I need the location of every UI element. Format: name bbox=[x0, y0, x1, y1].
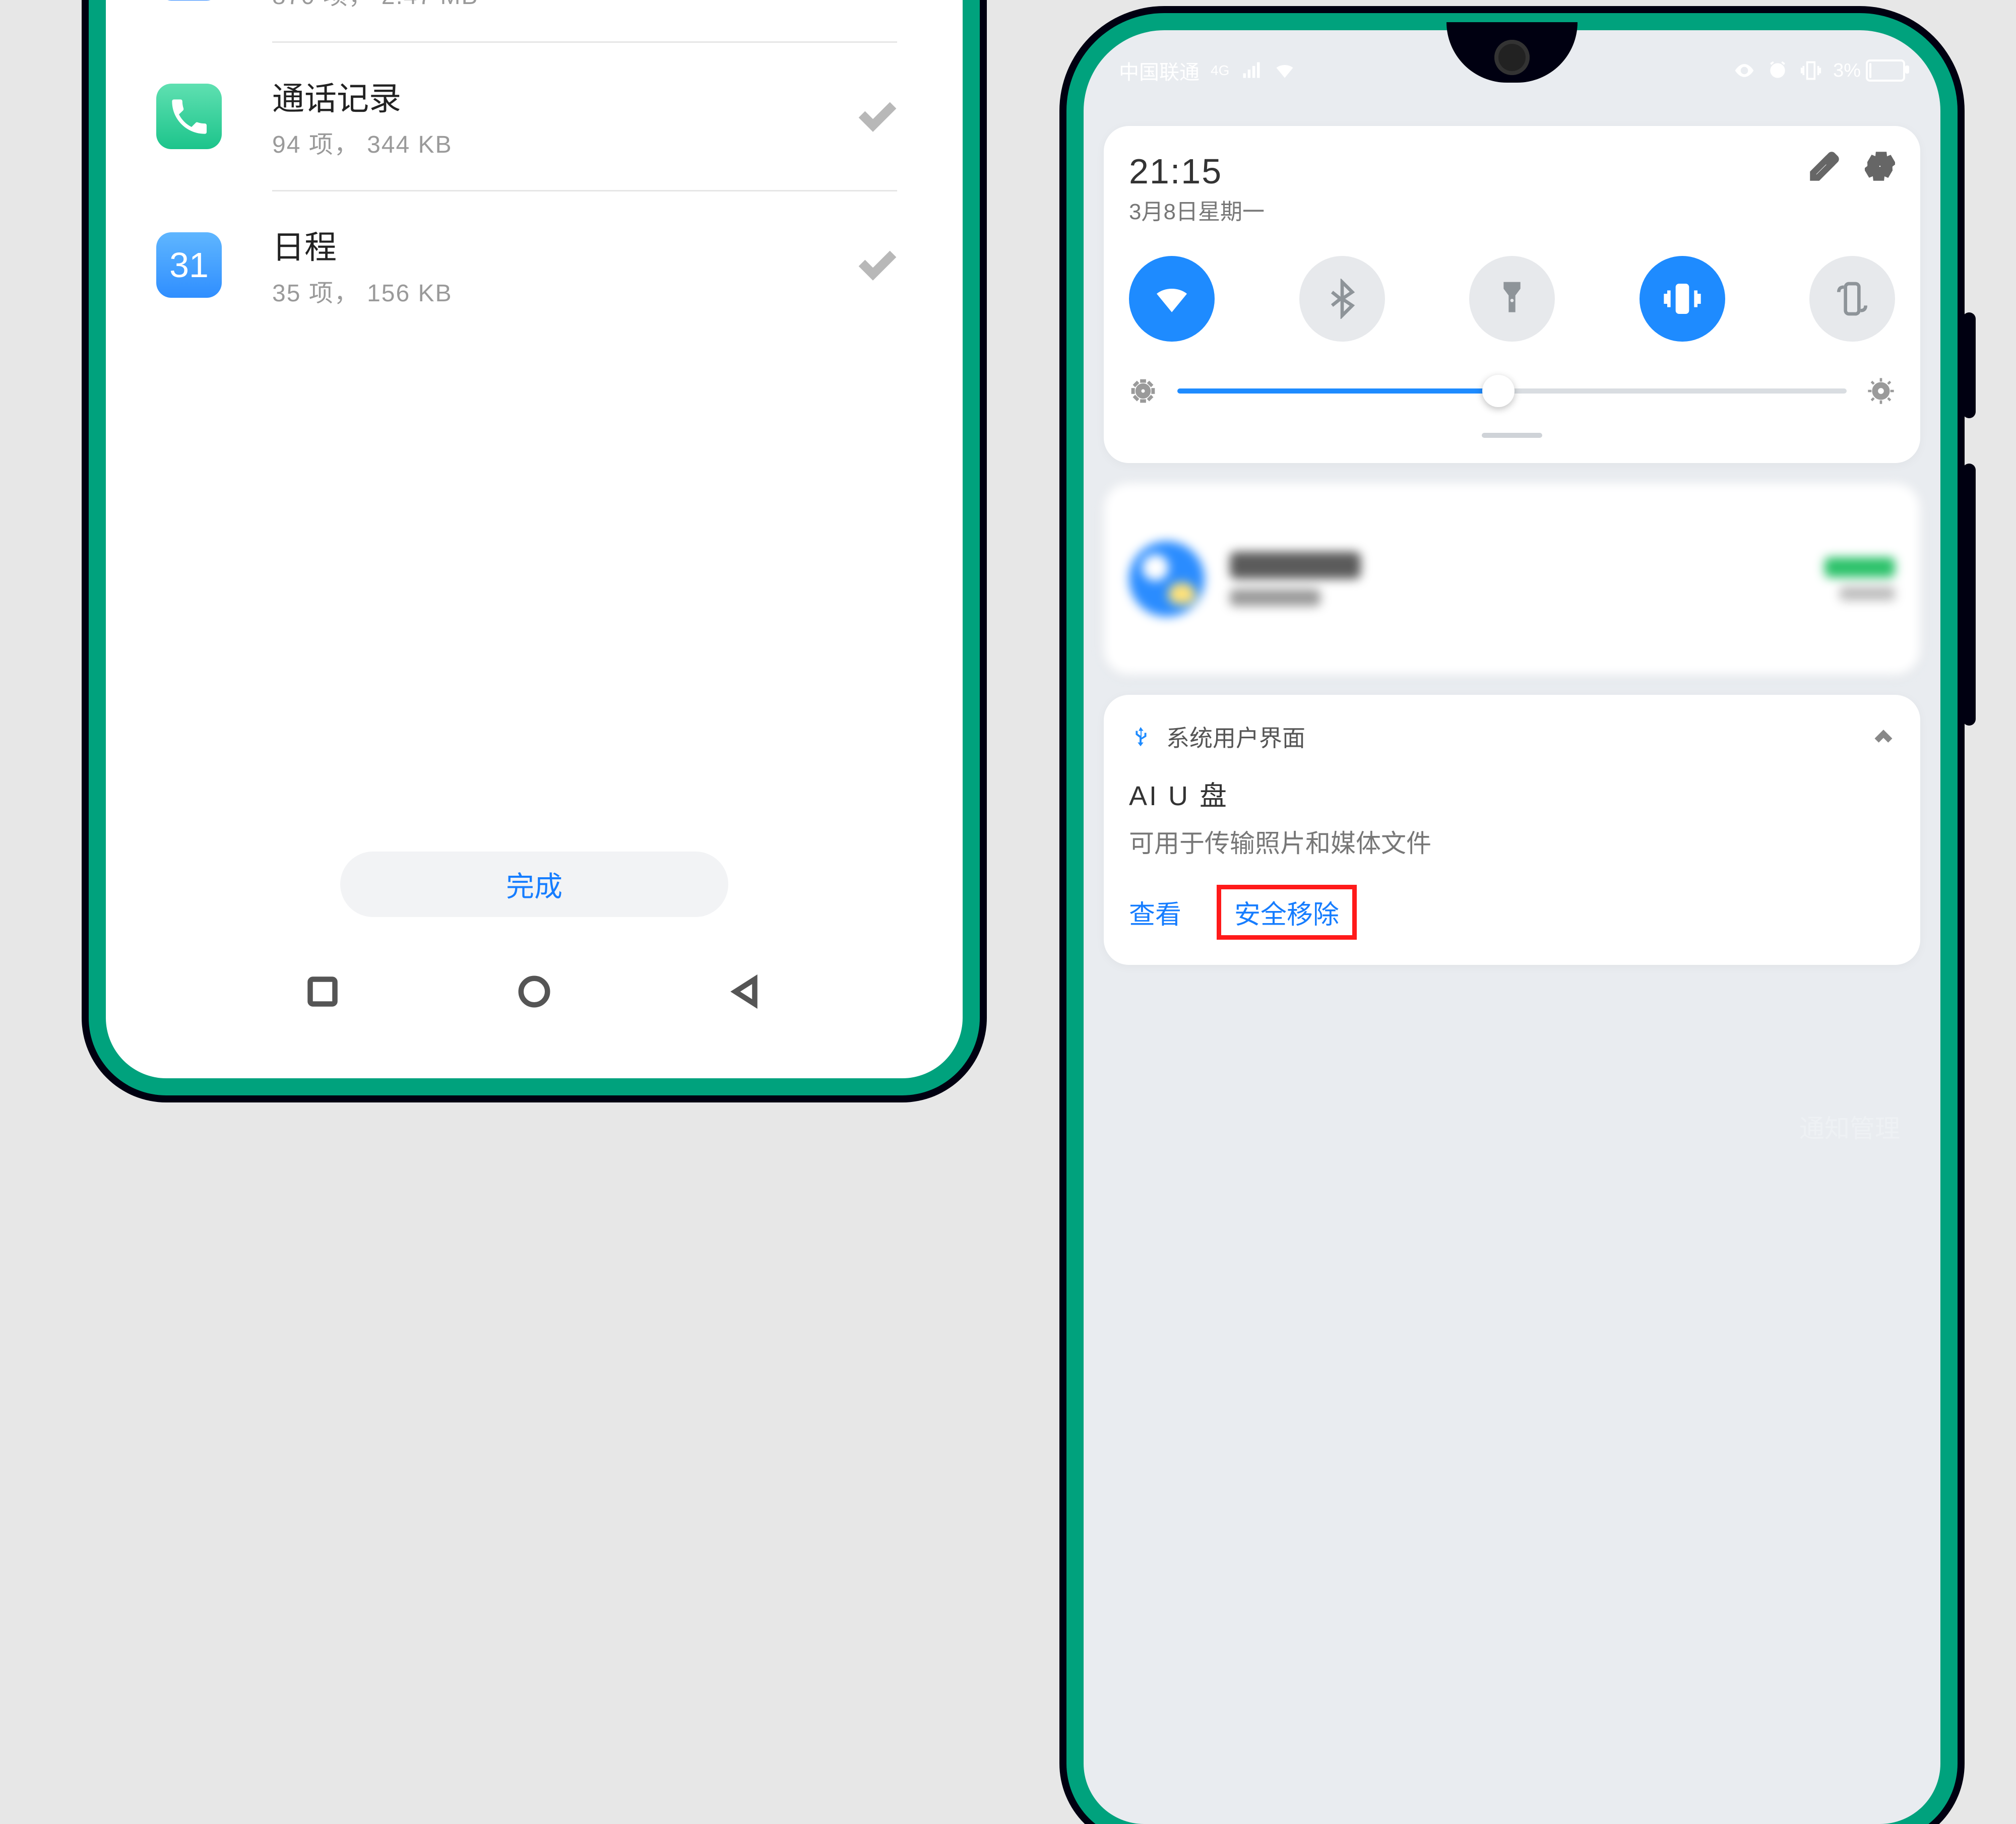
weather-app-icon bbox=[1129, 541, 1205, 617]
notification-shade[interactable]: 21:15 3月8日星期一 bbox=[1084, 30, 1940, 1824]
wifi-toggle[interactable] bbox=[1129, 256, 1215, 342]
notif-desc: 可用于传输照片和媒体文件 bbox=[1129, 823, 1895, 860]
nav-home-button[interactable] bbox=[517, 974, 552, 1012]
rotation-toggle[interactable] bbox=[1809, 256, 1895, 342]
list-item-messages[interactable]: 信息 870 项， 2.47 MB bbox=[106, 0, 963, 41]
notif-title: AI U 盘 bbox=[1129, 773, 1895, 813]
edit-tiles-button[interactable] bbox=[1809, 151, 1840, 184]
qs-date: 3月8日星期一 bbox=[1129, 193, 1265, 226]
done-button[interactable]: 完成 bbox=[340, 852, 728, 917]
quick-settings-panel: 21:15 3月8日星期一 bbox=[1104, 126, 1920, 463]
list-item-calendar[interactable]: 31 日程 35 项， 156 KB bbox=[272, 190, 897, 339]
bluetooth-toggle[interactable] bbox=[1299, 256, 1385, 342]
chevron-up-icon[interactable] bbox=[1872, 725, 1895, 748]
row-title: 通话记录 bbox=[272, 73, 857, 119]
list-item-calllog[interactable]: 通话记录 94 项， 344 KB bbox=[272, 41, 897, 190]
row-subtitle: 94 项， 344 KB bbox=[272, 124, 857, 160]
notif-action-eject[interactable]: 安全移除 bbox=[1217, 885, 1357, 940]
notification-manage-link[interactable]: 通知管理 bbox=[1799, 1109, 1900, 1145]
brightness-high-icon bbox=[1867, 377, 1895, 405]
vibrate-toggle[interactable] bbox=[1640, 256, 1725, 342]
row-subtitle: 35 项， 156 KB bbox=[272, 273, 857, 308]
backup-list: 信息 870 项， 2.47 MB 通话记录 94 项， 344 KB 31 bbox=[106, 0, 963, 339]
row-title: 日程 bbox=[272, 222, 857, 268]
right-phone-frame: 中国联通 4G 3% 21:15 3月8日星期一 bbox=[1084, 30, 1940, 1824]
usb-icon bbox=[1129, 725, 1152, 748]
nav-recents-button[interactable] bbox=[305, 974, 340, 1012]
checkmark-icon bbox=[857, 96, 897, 137]
brightness-low-icon bbox=[1129, 377, 1157, 405]
flashlight-toggle[interactable] bbox=[1469, 256, 1555, 342]
nav-back-button[interactable] bbox=[728, 974, 764, 1012]
notification-item-usb[interactable]: 系统用户界面 AI U 盘 可用于传输照片和媒体文件 查看 安全移除 bbox=[1104, 695, 1920, 965]
row-subtitle: 870 项， 2.47 MB bbox=[272, 0, 857, 11]
phone-icon bbox=[156, 84, 222, 149]
notif-action-view[interactable]: 查看 bbox=[1129, 893, 1181, 931]
calendar-icon: 31 bbox=[156, 232, 222, 298]
checkmark-icon bbox=[857, 245, 897, 285]
notification-item-blurred[interactable] bbox=[1104, 483, 1920, 675]
settings-button[interactable] bbox=[1865, 151, 1895, 184]
brightness-slider[interactable] bbox=[1129, 377, 1895, 405]
messages-icon bbox=[156, 0, 222, 1]
qs-time: 21:15 bbox=[1129, 151, 1265, 191]
brightness-thumb[interactable] bbox=[1482, 375, 1515, 407]
left-phone-frame: 信息 870 项， 2.47 MB 通话记录 94 项， 344 KB 31 bbox=[106, 0, 963, 1078]
android-nav-bar bbox=[106, 957, 963, 1028]
qs-drag-handle[interactable] bbox=[1482, 433, 1542, 438]
notif-app-name: 系统用户界面 bbox=[1166, 720, 1305, 753]
